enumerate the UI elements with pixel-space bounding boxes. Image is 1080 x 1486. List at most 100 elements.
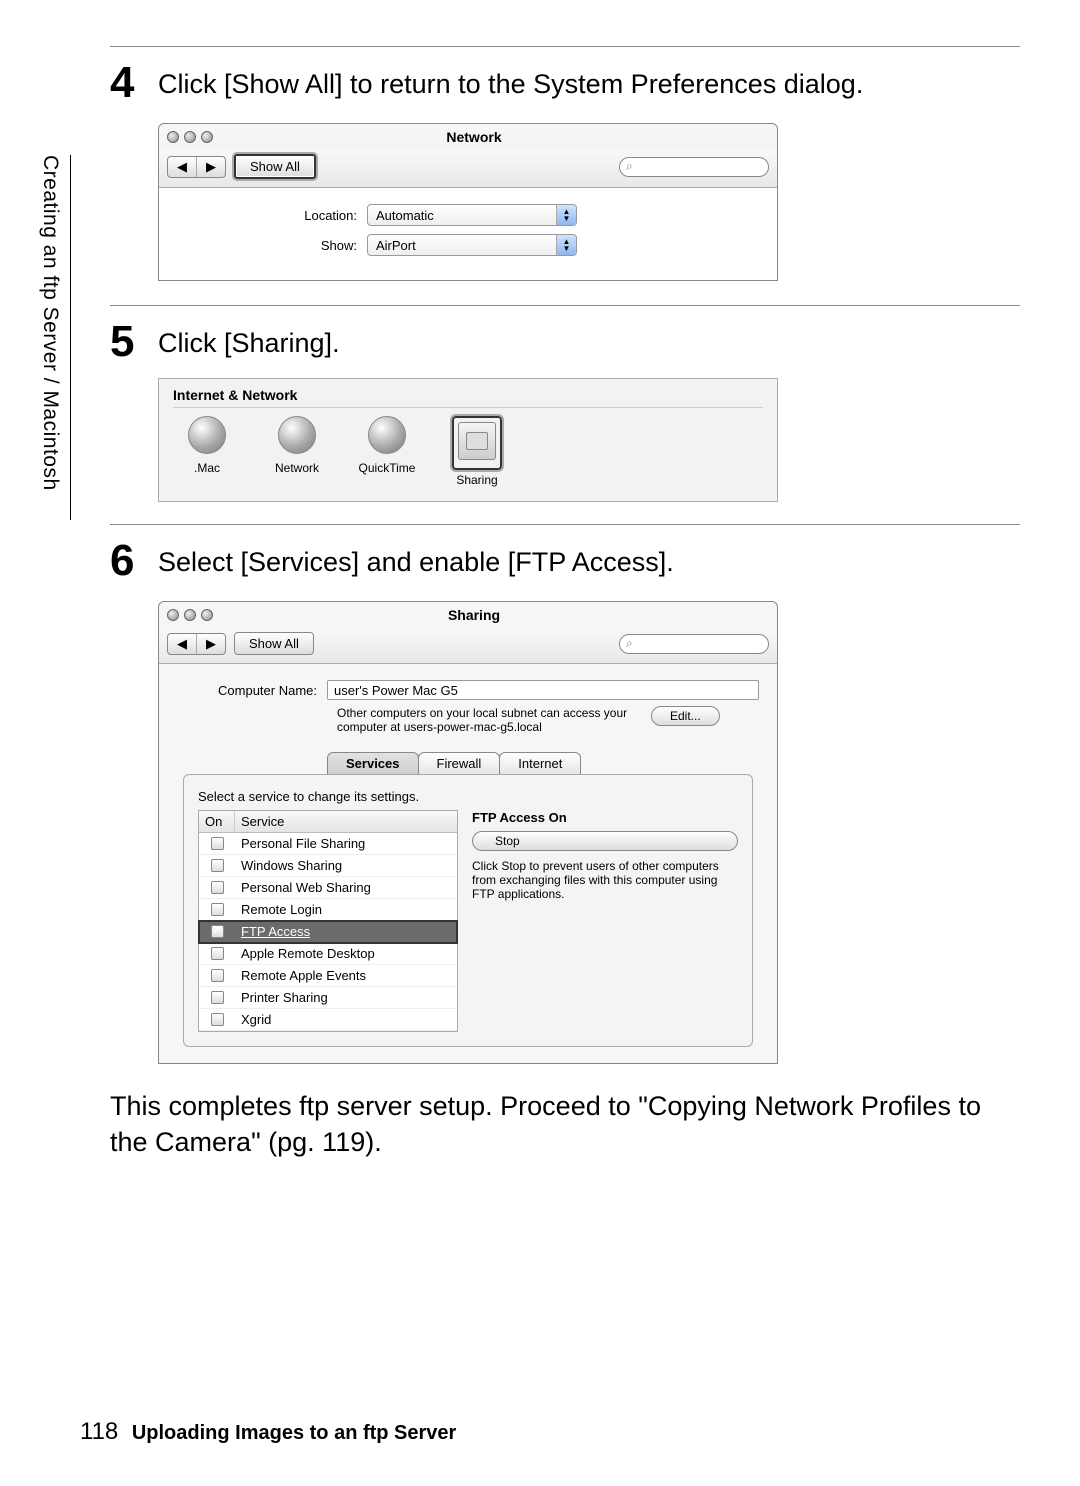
checkbox[interactable] <box>211 881 224 894</box>
window-title: Network <box>219 129 729 145</box>
edit-button[interactable]: Edit... <box>651 706 720 726</box>
step-number: 4 <box>110 61 158 105</box>
pref-item-mac[interactable]: .Mac <box>173 416 241 487</box>
window-title: Sharing <box>219 607 729 623</box>
service-name: Printer Sharing <box>235 987 457 1008</box>
service-name: Remote Login <box>235 899 457 920</box>
rule <box>110 46 1020 47</box>
rule <box>110 305 1020 306</box>
step-5: 5 Click [Sharing]. <box>110 320 1020 364</box>
step-text: Click [Sharing]. <box>158 328 1020 359</box>
services-list: On Service Personal File SharingWindows … <box>198 810 458 1032</box>
tab-firewall[interactable]: Firewall <box>418 752 501 774</box>
section-heading: Internet & Network <box>173 387 763 408</box>
show-label: Show: <box>177 238 367 253</box>
col-service: Service <box>235 811 457 832</box>
step-number: 5 <box>110 320 158 364</box>
network-icon <box>278 416 316 454</box>
service-name: Personal File Sharing <box>235 833 457 854</box>
search-field[interactable]: ⌕ <box>619 634 769 654</box>
window-controls[interactable] <box>167 609 213 621</box>
show-all-button[interactable]: Show All <box>234 154 316 179</box>
checkbox[interactable]: ✓ <box>211 925 224 938</box>
checkbox[interactable] <box>211 947 224 960</box>
checkbox[interactable] <box>211 969 224 982</box>
computer-name-value: user's Power Mac G5 <box>334 683 458 698</box>
sharing-window: Sharing ◀▶ Show All ⌕ Computer Name: use… <box>158 601 778 1064</box>
side-tab: Creating an ftp Server / Macintosh <box>38 155 71 520</box>
completion-text: This completes ftp server setup. Proceed… <box>110 1088 1020 1161</box>
nav-back-forward[interactable]: ◀▶ <box>167 156 226 178</box>
computer-name-field[interactable]: user's Power Mac G5 <box>327 680 759 700</box>
step-number: 6 <box>110 539 158 583</box>
service-row[interactable]: Printer Sharing <box>199 987 457 1009</box>
stepper-icon: ▲▼ <box>556 205 576 225</box>
pref-item-sharing[interactable]: Sharing <box>443 416 511 487</box>
pref-label: QuickTime <box>353 461 421 475</box>
subnet-note: Other computers on your local subnet can… <box>337 706 637 734</box>
service-row[interactable]: Personal Web Sharing <box>199 877 457 899</box>
back-arrow-icon[interactable]: ◀ <box>168 157 197 177</box>
service-row[interactable]: Xgrid <box>199 1009 457 1031</box>
page-number: 118 <box>80 1418 118 1445</box>
service-name: Personal Web Sharing <box>235 877 457 898</box>
service-name: Xgrid <box>235 1009 457 1030</box>
service-row[interactable]: Personal File Sharing <box>199 833 457 855</box>
step-4: 4 Click [Show All] to return to the Syst… <box>110 61 1020 105</box>
service-row[interactable]: ✓ FTP Access <box>199 921 457 943</box>
show-all-button[interactable]: Show All <box>234 632 314 655</box>
tab-services[interactable]: Services <box>327 752 419 774</box>
service-status: FTP Access On <box>472 810 738 825</box>
service-name: Apple Remote Desktop <box>235 943 457 964</box>
tab-internet[interactable]: Internet <box>499 752 581 774</box>
pref-item-quicktime[interactable]: QuickTime <box>353 416 421 487</box>
pref-label: .Mac <box>173 461 241 475</box>
service-info: FTP Access On Stop Click Stop to prevent… <box>472 810 738 1032</box>
service-name: FTP Access <box>235 921 457 942</box>
location-select[interactable]: Automatic ▲▼ <box>367 204 577 226</box>
service-row[interactable]: Remote Login <box>199 899 457 921</box>
checkbox[interactable] <box>211 991 224 1004</box>
internet-network-section: Internet & Network .Mac Network QuickTim… <box>158 378 778 502</box>
back-arrow-icon[interactable]: ◀ <box>168 634 197 654</box>
checkbox[interactable] <box>211 1013 224 1026</box>
quicktime-icon <box>368 416 406 454</box>
dotmac-icon <box>188 416 226 454</box>
search-icon: ⌕ <box>626 159 633 174</box>
step-text: Click [Show All] to return to the System… <box>158 69 1020 100</box>
checkbox[interactable] <box>211 859 224 872</box>
service-name: Windows Sharing <box>235 855 457 876</box>
search-icon: ⌕ <box>626 636 633 651</box>
nav-back-forward[interactable]: ◀▶ <box>167 633 226 655</box>
footer-title: Uploading Images to an ftp Server <box>132 1422 457 1444</box>
forward-arrow-icon[interactable]: ▶ <box>197 634 225 654</box>
computer-name-label: Computer Name: <box>177 683 327 698</box>
step-text: Select [Services] and enable [FTP Access… <box>158 547 1020 578</box>
search-field[interactable]: ⌕ <box>619 157 769 177</box>
sharing-icon <box>458 422 496 460</box>
service-row[interactable]: Remote Apple Events <box>199 965 457 987</box>
service-note: Click Stop to prevent users of other com… <box>472 859 738 901</box>
show-select[interactable]: AirPort ▲▼ <box>367 234 577 256</box>
forward-arrow-icon[interactable]: ▶ <box>197 157 225 177</box>
checkbox[interactable] <box>211 837 224 850</box>
window-controls[interactable] <box>167 131 213 143</box>
show-value: AirPort <box>376 238 416 253</box>
service-row[interactable]: Apple Remote Desktop <box>199 943 457 965</box>
tabs: Services Firewall Internet <box>327 752 759 774</box>
stepper-icon: ▲▼ <box>556 235 576 255</box>
service-row[interactable]: Windows Sharing <box>199 855 457 877</box>
pref-label: Sharing <box>443 473 511 487</box>
location-label: Location: <box>177 208 367 223</box>
col-on: On <box>199 811 235 832</box>
services-panel: Select a service to change its settings.… <box>183 774 753 1047</box>
step-6: 6 Select [Services] and enable [FTP Acce… <box>110 539 1020 583</box>
panel-hint: Select a service to change its settings. <box>198 789 738 804</box>
pref-label: Network <box>263 461 331 475</box>
pref-item-network[interactable]: Network <box>263 416 331 487</box>
stop-button[interactable]: Stop <box>472 831 738 851</box>
page-footer: 118 Uploading Images to an ftp Server <box>80 1418 456 1446</box>
rule <box>110 524 1020 525</box>
checkbox[interactable] <box>211 903 224 916</box>
network-window: Network ◀▶ Show All ⌕ Location: Automati… <box>158 123 778 281</box>
